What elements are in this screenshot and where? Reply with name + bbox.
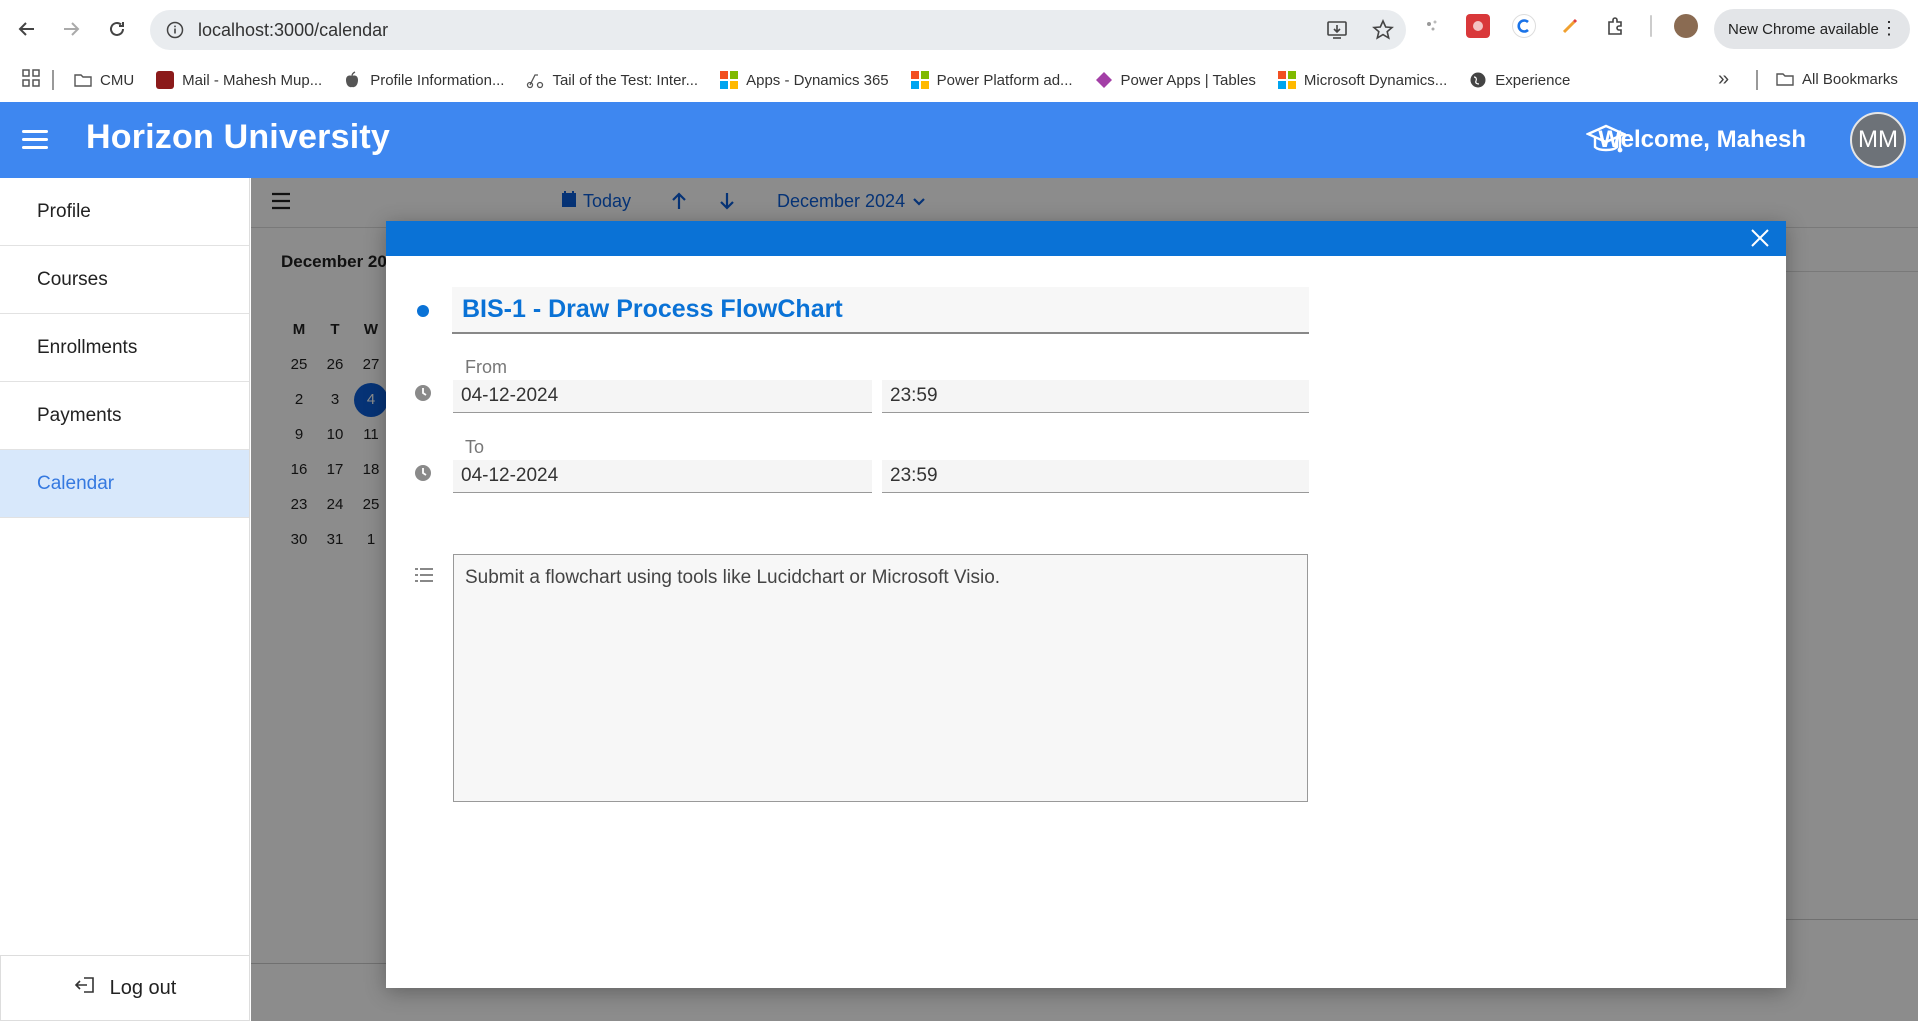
bookmark-power-apps[interactable]: Power Apps | Tables bbox=[1095, 71, 1256, 89]
app-header: Horizon University Welcome, Mahesh MM bbox=[0, 102, 1918, 178]
close-icon[interactable] bbox=[1750, 228, 1770, 248]
logout-label: Log out bbox=[109, 976, 177, 999]
bookmark-label: Mail - Mahesh Mup... bbox=[182, 71, 323, 89]
description-list-icon bbox=[414, 566, 433, 584]
from-label: From bbox=[465, 357, 507, 377]
url-text: localhost:3000/calendar bbox=[198, 19, 389, 40]
to-label: To bbox=[465, 437, 485, 457]
new-chrome-button[interactable]: New Chrome available ⋮ bbox=[1714, 9, 1910, 49]
bookmarks-bar: CMU Mail - Mahesh Mup... Profile Informa… bbox=[0, 60, 1918, 100]
bookmark-power-platform[interactable]: Power Platform ad... bbox=[910, 71, 1073, 89]
apple-icon bbox=[344, 71, 362, 89]
user-avatar[interactable]: MM bbox=[1850, 112, 1906, 168]
bookmark-microsoft-dynamics[interactable]: Microsoft Dynamics... bbox=[1277, 71, 1448, 89]
event-title-field[interactable]: BIS-1 - Draw Process FlowChart bbox=[452, 287, 1309, 334]
bookmark-mail[interactable]: Mail - Mahesh Mup... bbox=[156, 71, 322, 89]
menu-dots-icon[interactable]: ⋮ bbox=[1880, 19, 1898, 37]
bookmark-apps-dynamics[interactable]: Apps - Dynamics 365 bbox=[720, 71, 889, 89]
to-date-input[interactable]: 04-12-2024 bbox=[453, 460, 872, 493]
sidebar-item-calendar[interactable]: Calendar bbox=[0, 450, 249, 518]
bookmark-experience[interactable]: Experience bbox=[1469, 71, 1570, 89]
app-title: Horizon University bbox=[86, 118, 390, 156]
extension-sparkle-icon[interactable] bbox=[1420, 14, 1444, 38]
bookmark-label: Apps - Dynamics 365 bbox=[746, 71, 889, 89]
microsoft-icon bbox=[720, 71, 739, 89]
microsoft-icon bbox=[1277, 71, 1296, 89]
sidebar-item-payments[interactable]: Payments bbox=[0, 382, 249, 450]
welcome-text: Welcome, Mahesh bbox=[1598, 126, 1806, 153]
profile-avatar-icon[interactable] bbox=[1674, 14, 1698, 38]
extensions-puzzle-icon[interactable] bbox=[1604, 14, 1628, 38]
clock-icon bbox=[414, 384, 432, 402]
microsoft-icon bbox=[910, 71, 929, 89]
all-bookmarks-label: All Bookmarks bbox=[1802, 70, 1898, 88]
to-time-input[interactable]: 23:59 bbox=[882, 460, 1309, 493]
bookmark-label: Power Apps | Tables bbox=[1120, 71, 1256, 89]
folder-icon bbox=[74, 71, 92, 89]
event-title: BIS-1 - Draw Process FlowChart bbox=[462, 295, 843, 323]
bookmarks-divider bbox=[52, 70, 54, 90]
reload-icon[interactable] bbox=[104, 16, 130, 42]
bookmarks-divider bbox=[1756, 70, 1758, 90]
bookmark-label: Power Platform ad... bbox=[936, 71, 1073, 89]
bookmark-tail-of-the-test[interactable]: Tail of the Test: Inter... bbox=[526, 71, 698, 89]
from-time-input[interactable]: 23:59 bbox=[882, 380, 1309, 413]
scooter-icon bbox=[526, 71, 544, 89]
bookmark-label: Microsoft Dynamics... bbox=[1303, 71, 1448, 89]
folder-icon bbox=[1776, 70, 1794, 88]
description-textarea[interactable]: Submit a flowchart using tools like Luci… bbox=[453, 554, 1308, 802]
extension-pen-icon[interactable] bbox=[1558, 14, 1582, 38]
from-date-input[interactable]: 04-12-2024 bbox=[453, 380, 872, 413]
bookmark-profile-information[interactable]: Profile Information... bbox=[344, 71, 504, 89]
sidebar-item-profile[interactable]: Profile bbox=[0, 178, 249, 246]
mail-icon bbox=[156, 71, 175, 89]
menu-hamburger-icon[interactable] bbox=[22, 130, 48, 150]
back-arrow-icon[interactable] bbox=[14, 16, 40, 42]
event-color-dot-icon bbox=[414, 302, 432, 320]
clock-icon bbox=[414, 464, 432, 482]
apps-grid-icon[interactable] bbox=[22, 69, 40, 91]
all-bookmarks[interactable]: All Bookmarks bbox=[1776, 70, 1898, 88]
globe-icon bbox=[1469, 71, 1487, 89]
bookmark-label: Experience bbox=[1495, 71, 1571, 89]
bookmark-cmu[interactable]: CMU bbox=[74, 71, 134, 89]
extension-red-icon[interactable] bbox=[1466, 14, 1490, 38]
address-bar[interactable]: localhost:3000/calendar bbox=[150, 10, 1406, 50]
new-chrome-label: New Chrome available bbox=[1728, 20, 1879, 38]
forward-arrow-icon[interactable] bbox=[58, 16, 84, 42]
powerapps-icon bbox=[1095, 71, 1113, 89]
extension-c-icon[interactable] bbox=[1512, 14, 1536, 38]
sidebar: Profile Courses Enrollments Payments Cal… bbox=[0, 178, 250, 1021]
logout-icon bbox=[74, 975, 96, 1001]
dialog-header bbox=[386, 221, 1786, 256]
bookmark-label: CMU bbox=[100, 71, 135, 89]
install-app-icon[interactable] bbox=[1326, 19, 1348, 46]
logout-button[interactable]: Log out bbox=[0, 955, 250, 1021]
sidebar-item-enrollments[interactable]: Enrollments bbox=[0, 314, 249, 382]
browser-toolbar: localhost:3000/calendar New Chrome avail… bbox=[0, 0, 1918, 60]
sidebar-item-courses[interactable]: Courses bbox=[0, 246, 249, 314]
toolbar-divider bbox=[1650, 15, 1652, 37]
bookmark-star-icon[interactable] bbox=[1372, 19, 1394, 46]
event-details-dialog: BIS-1 - Draw Process FlowChart From 04-1… bbox=[386, 221, 1786, 988]
bookmark-label: Tail of the Test: Inter... bbox=[552, 71, 699, 89]
bookmark-label: Profile Information... bbox=[370, 71, 505, 89]
more-bookmarks-chevron-icon[interactable]: » bbox=[1718, 68, 1729, 91]
site-info-icon[interactable] bbox=[164, 19, 186, 41]
